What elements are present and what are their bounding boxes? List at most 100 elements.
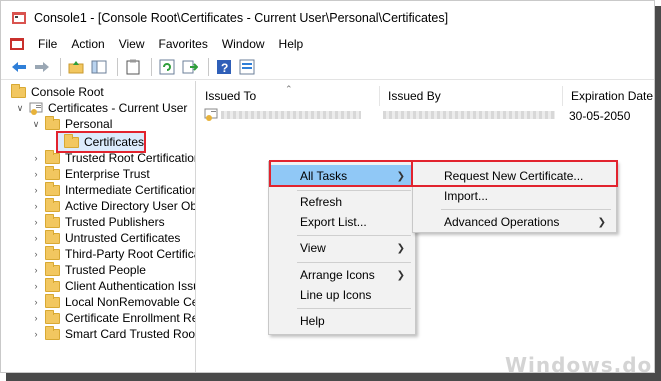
tree-item-certificates[interactable]: Certificates <box>64 133 144 150</box>
folder-icon <box>45 277 60 292</box>
back-arrow-icon[interactable] <box>9 57 29 77</box>
chevron-right-icon[interactable]: › <box>31 249 41 259</box>
menu-item-advanced-operations[interactable]: Advanced Operations ❯ <box>413 211 616 233</box>
folder-icon <box>64 133 79 148</box>
chevron-right-icon[interactable]: › <box>31 329 41 339</box>
menu-item-export-list[interactable]: Export List... <box>269 211 415 233</box>
folder-icon <box>45 261 60 276</box>
menu-item-arrange-icons[interactable]: Arrange Icons ❯ <box>269 264 415 286</box>
folder-icon <box>45 149 60 164</box>
column-header-expiration-date[interactable]: Expiration Date <box>563 86 654 106</box>
context-menu: All Tasks ❯ Refresh Export List... View … <box>268 161 416 335</box>
tree-item-store[interactable]: › Smart Card Trusted Roots <box>31 325 195 342</box>
chevron-right-icon[interactable]: › <box>31 153 41 163</box>
chevron-right-icon: ❯ <box>396 242 405 254</box>
annotation-box-all-tasks <box>269 160 413 187</box>
tree-item-store[interactable]: › Intermediate Certification A <box>31 181 195 198</box>
folder-icon <box>45 229 60 244</box>
folder-icon <box>11 83 26 98</box>
folder-icon <box>45 115 60 130</box>
menu-action[interactable]: Action <box>64 37 111 51</box>
menu-bar: File Action View Favorites Window Help <box>1 34 654 54</box>
menu-file[interactable]: File <box>31 37 64 51</box>
folder-icon <box>45 293 60 308</box>
toolbar-separator <box>60 58 61 76</box>
menu-item-help[interactable]: Help <box>269 310 415 332</box>
tree-item-store[interactable]: › Untrusted Certificates <box>31 229 180 246</box>
folder-icon <box>45 245 60 260</box>
chevron-right-icon: ❯ <box>396 269 405 281</box>
folder-icon <box>45 165 60 180</box>
toolbar-separator <box>208 58 209 76</box>
show-hide-tree-icon[interactable] <box>89 57 109 77</box>
certificate-store-icon <box>29 102 43 115</box>
console-tree: Console Root ∨ Certificates - Current Us… <box>1 81 196 372</box>
toolbar: ? <box>1 55 654 80</box>
refresh-icon[interactable] <box>157 57 177 77</box>
chevron-right-icon[interactable]: › <box>31 185 41 195</box>
chevron-right-icon[interactable]: › <box>31 281 41 291</box>
tree-item-store[interactable]: › Trusted Root Certification / <box>31 149 195 166</box>
chevron-right-icon[interactable]: › <box>31 233 41 243</box>
tree-item-certificates-current-user[interactable]: ∨ Certificates - Current User <box>15 100 188 116</box>
chevron-down-icon[interactable]: ∨ <box>31 119 41 130</box>
chevron-down-icon[interactable]: ∨ <box>15 103 25 114</box>
tree-item-store[interactable]: › Certificate Enrollment Requ <box>31 309 195 326</box>
chevron-right-icon[interactable]: › <box>31 217 41 227</box>
tree-item-console-root[interactable]: Console Root <box>11 83 104 100</box>
title-bar[interactable]: Console1 - [Console Root\Certificates - … <box>1 1 654 34</box>
console-icon[interactable] <box>9 36 25 52</box>
expiration-date-cell[interactable]: 30-05-2050 <box>569 109 630 123</box>
menu-separator <box>297 235 411 236</box>
menu-view[interactable]: View <box>112 37 152 51</box>
forward-arrow-icon[interactable] <box>32 57 52 77</box>
tree-item-store[interactable]: › Trusted People <box>31 261 146 278</box>
certificate-icon <box>204 108 218 121</box>
properties-icon[interactable] <box>237 57 257 77</box>
redacted-issued-by[interactable] <box>383 111 555 119</box>
menu-item-import[interactable]: Import... <box>413 185 616 207</box>
chevron-right-icon[interactable]: › <box>31 297 41 307</box>
tree-item-store[interactable]: › Client Authentication Issue <box>31 277 195 294</box>
window-title: Console1 - [Console Root\Certificates - … <box>34 10 449 25</box>
chevron-right-icon: ❯ <box>597 216 606 228</box>
menu-item-view[interactable]: View ❯ <box>269 237 415 259</box>
menu-separator <box>441 209 611 210</box>
folder-icon <box>45 309 60 324</box>
tree-item-personal[interactable]: ∨ Personal <box>31 115 112 132</box>
clipboard-icon[interactable] <box>123 57 143 77</box>
tree-item-store[interactable]: › Active Directory User Objec <box>31 197 195 214</box>
menu-favorites[interactable]: Favorites <box>152 37 215 51</box>
column-header-issued-to[interactable]: Issued To ⌃ <box>197 84 380 106</box>
chevron-right-icon[interactable]: › <box>31 169 41 179</box>
sort-arrow-icon: ⌃ <box>285 84 293 94</box>
folder-icon <box>45 197 60 212</box>
menu-window[interactable]: Window <box>215 37 272 51</box>
mmc-app-icon <box>11 10 27 26</box>
menu-help[interactable]: Help <box>272 37 311 51</box>
screenshot-shadow <box>655 6 661 378</box>
chevron-right-icon[interactable]: › <box>31 265 41 275</box>
watermark: Windows.do <box>505 353 653 377</box>
chevron-right-icon[interactable]: › <box>31 313 41 323</box>
svg-text:?: ? <box>221 61 228 75</box>
folder-icon <box>45 325 60 340</box>
menu-separator <box>297 262 411 263</box>
column-header-issued-by[interactable]: Issued By <box>380 86 563 106</box>
folder-icon <box>45 213 60 228</box>
tree-item-store[interactable]: › Third-Party Root Certificatio <box>31 245 195 262</box>
help-icon[interactable]: ? <box>214 57 234 77</box>
menu-item-line-up-icons[interactable]: Line up Icons <box>269 284 415 306</box>
export-icon[interactable] <box>180 57 200 77</box>
menu-item-refresh[interactable]: Refresh <box>269 191 415 213</box>
tree-item-store[interactable]: › Local NonRemovable Certi <box>31 293 195 310</box>
tree-item-store[interactable]: › Enterprise Trust <box>31 165 150 182</box>
toolbar-separator <box>151 58 152 76</box>
folder-icon <box>45 181 60 196</box>
annotation-box-request-new <box>411 160 618 187</box>
up-folder-icon[interactable] <box>66 57 86 77</box>
chevron-right-icon[interactable]: › <box>31 201 41 211</box>
toolbar-separator <box>117 58 118 76</box>
tree-item-store[interactable]: › Trusted Publishers <box>31 213 165 230</box>
redacted-issued-to[interactable] <box>221 111 361 119</box>
